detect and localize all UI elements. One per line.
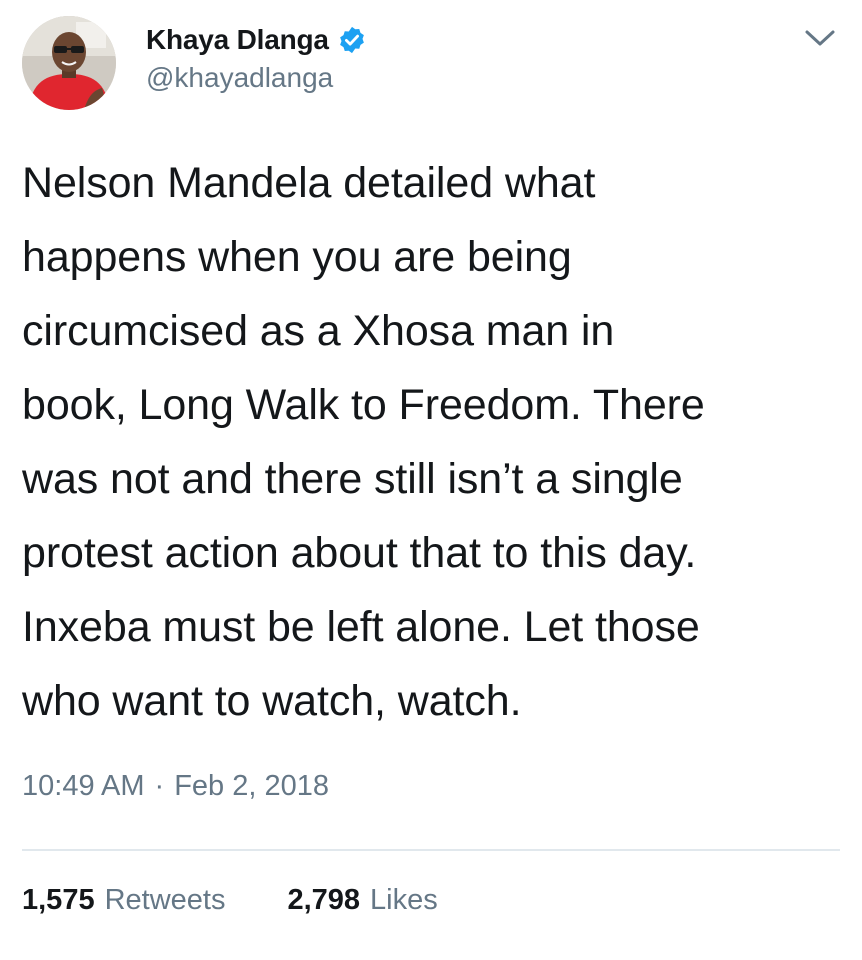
tweet-time: 10:49 AM xyxy=(22,770,145,802)
retweets-count: 1,575 xyxy=(22,884,95,916)
tweet-text: Nelson Mandela detailed what happens whe… xyxy=(22,159,705,725)
likes-stat[interactable]: 2,798 Likes xyxy=(287,884,437,917)
author-name-row: Khaya Dlanga xyxy=(146,22,367,58)
author-handle[interactable]: @khayadlanga xyxy=(146,62,333,94)
timestamp-separator: · xyxy=(154,770,165,802)
retweets-stat[interactable]: 1,575 Retweets xyxy=(22,884,225,917)
likes-label: Likes xyxy=(370,884,438,916)
display-name[interactable]: Khaya Dlanga xyxy=(146,24,329,56)
engagement-stats: 1,575 Retweets 2,798 Likes xyxy=(22,884,438,917)
divider xyxy=(22,849,840,851)
retweets-label: Retweets xyxy=(104,884,226,916)
tweet-date: Feb 2, 2018 xyxy=(174,770,329,802)
verified-badge-icon xyxy=(337,25,367,55)
avatar[interactable] xyxy=(22,16,116,110)
timestamp[interactable]: 10:49 AM · Feb 2, 2018 xyxy=(22,770,329,803)
likes-count: 2,798 xyxy=(287,884,361,916)
tweet-card: Khaya Dlanga @khayadlanga Nelson Mandela… xyxy=(0,0,862,960)
chevron-down-icon[interactable] xyxy=(803,26,837,50)
